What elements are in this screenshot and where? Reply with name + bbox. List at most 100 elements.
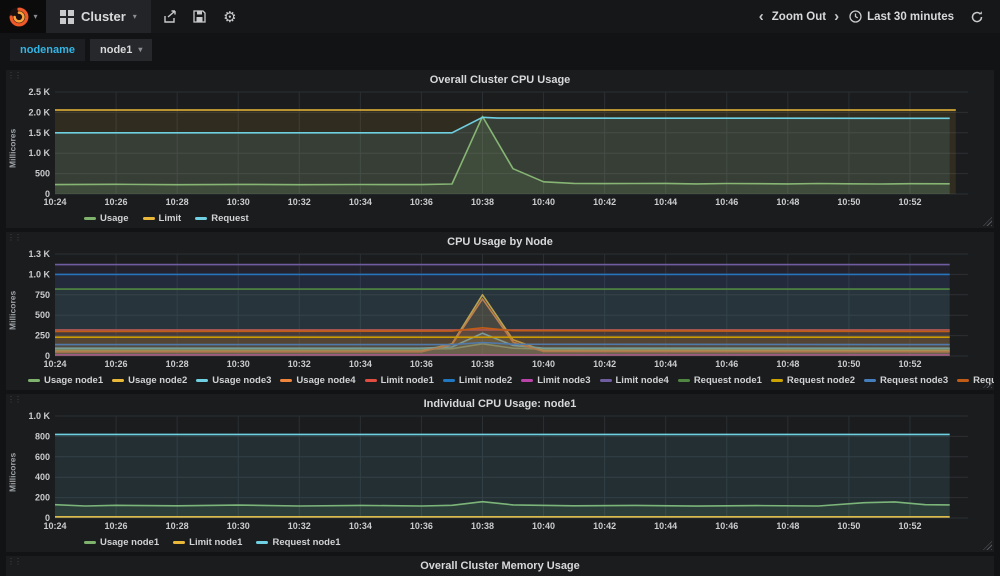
svg-text:10:34: 10:34 <box>349 197 372 207</box>
legend-label: Request node1 <box>694 375 762 386</box>
legend-item[interactable]: Limit node1 <box>365 375 434 386</box>
svg-text:10:36: 10:36 <box>410 359 433 369</box>
svg-text:2.5 K: 2.5 K <box>28 87 50 97</box>
svg-text:10:28: 10:28 <box>166 521 189 531</box>
svg-text:10:44: 10:44 <box>654 359 677 369</box>
svg-text:1.0 K: 1.0 K <box>28 411 50 421</box>
dashboard-picker[interactable]: Cluster ▾ <box>46 0 151 33</box>
svg-text:10:48: 10:48 <box>776 359 799 369</box>
svg-text:10:32: 10:32 <box>288 521 311 531</box>
chart-canvas[interactable]: 05001.0 K1.5 K2.0 K2.5 K10:2410:2610:281… <box>19 87 994 209</box>
svg-text:10:42: 10:42 <box>593 521 616 531</box>
svg-text:10:26: 10:26 <box>105 197 128 207</box>
svg-text:10:50: 10:50 <box>837 521 860 531</box>
panel-drag-grip[interactable]: ⋮⋮ <box>7 560 15 564</box>
chart-legend: Usage node1 Usage node2 Usage node3 Usage n… <box>6 371 994 390</box>
panel-title[interactable]: CPU Usage by Node <box>6 232 994 249</box>
svg-text:10:34: 10:34 <box>349 521 372 531</box>
legend-swatch-icon <box>84 541 96 544</box>
svg-text:400: 400 <box>35 472 50 482</box>
svg-text:1.0 K: 1.0 K <box>28 148 50 158</box>
variable-value-dropdown[interactable]: node1 ▾ <box>90 39 152 61</box>
grafana-logo-icon <box>8 6 30 28</box>
time-shift-back-button[interactable]: ‹ <box>759 9 764 24</box>
panel-title[interactable]: Overall Cluster CPU Usage <box>6 70 994 87</box>
panel-drag-grip[interactable]: ⋮⋮ <box>7 236 15 240</box>
svg-text:10:28: 10:28 <box>166 197 189 207</box>
legend-label: Usage node1 <box>100 537 159 548</box>
legend-item[interactable]: Request node1 <box>256 537 340 548</box>
svg-text:10:42: 10:42 <box>593 359 616 369</box>
svg-text:10:32: 10:32 <box>288 197 311 207</box>
svg-text:250: 250 <box>35 331 50 341</box>
time-range-label: Last 30 minutes <box>867 11 954 23</box>
legend-swatch-icon <box>365 379 377 382</box>
legend-item[interactable]: Limit <box>143 213 182 224</box>
svg-text:10:46: 10:46 <box>715 197 738 207</box>
legend-item[interactable]: Usage node3 <box>196 375 271 386</box>
panel-drag-grip[interactable]: ⋮⋮ <box>7 398 15 402</box>
svg-text:10:52: 10:52 <box>898 359 921 369</box>
legend-swatch-icon <box>957 379 969 382</box>
legend-swatch-icon <box>112 379 124 382</box>
zoom-out-button[interactable]: Zoom Out <box>772 11 826 23</box>
legend-label: Request node2 <box>787 375 855 386</box>
share-button[interactable] <box>157 4 183 30</box>
panel-drag-grip[interactable]: ⋮⋮ <box>7 74 15 78</box>
grafana-logo-menu[interactable]: ▾ <box>0 0 46 33</box>
legend-item[interactable]: Limit node2 <box>443 375 512 386</box>
panel-title[interactable]: Overall Cluster Memory Usage <box>6 556 994 573</box>
svg-text:10:32: 10:32 <box>288 359 311 369</box>
y-axis-label: Millicores <box>6 87 19 209</box>
svg-text:10:48: 10:48 <box>776 521 799 531</box>
time-shift-forward-button[interactable]: › <box>834 9 839 24</box>
legend-item[interactable]: Limit node3 <box>521 375 590 386</box>
chart-canvas[interactable]: 02004006008001.0 K10:2410:2610:2810:3010… <box>19 411 994 533</box>
svg-text:10:24: 10:24 <box>43 359 66 369</box>
refresh-button[interactable] <box>964 4 990 30</box>
legend-item[interactable]: Request node3 <box>864 375 948 386</box>
settings-button[interactable]: ⚙ <box>217 4 243 30</box>
legend-item[interactable]: Limit node1 <box>173 537 242 548</box>
svg-text:10:40: 10:40 <box>532 197 555 207</box>
legend-swatch-icon <box>143 217 155 220</box>
panel-overall-cluster-memory-usage: ⋮⋮ Overall Cluster Memory Usage 43 GiB <box>6 556 994 576</box>
legend-item[interactable]: Usage node1 <box>28 375 103 386</box>
svg-text:600: 600 <box>35 452 50 462</box>
legend-label: Request <box>211 213 248 224</box>
legend-swatch-icon <box>173 541 185 544</box>
svg-text:10:24: 10:24 <box>43 521 66 531</box>
svg-text:1.0 K: 1.0 K <box>28 269 50 279</box>
legend-label: Limit node4 <box>616 375 669 386</box>
legend-swatch-icon <box>280 379 292 382</box>
panel-title[interactable]: Individual CPU Usage: node1 <box>6 394 994 411</box>
panel-cpu-usage-by-node: ⋮⋮ CPU Usage by Node Millicores 02505007… <box>6 232 994 390</box>
svg-text:10:36: 10:36 <box>410 197 433 207</box>
legend-item[interactable]: Limit node4 <box>600 375 669 386</box>
variable-caret-icon: ▾ <box>138 46 142 54</box>
variable-value-text: node1 <box>100 44 132 56</box>
legend-item[interactable]: Request node1 <box>678 375 762 386</box>
legend-item[interactable]: Request node2 <box>771 375 855 386</box>
legend-item[interactable]: Usage node2 <box>112 375 187 386</box>
chart-canvas[interactable]: 02505007501.0 K1.3 K10:2410:2610:2810:30… <box>19 249 994 371</box>
svg-text:750: 750 <box>35 290 50 300</box>
svg-text:10:44: 10:44 <box>654 521 677 531</box>
legend-label: Request node1 <box>272 537 340 548</box>
legend-item[interactable]: Usage node1 <box>84 537 159 548</box>
svg-text:10:40: 10:40 <box>532 521 555 531</box>
legend-item[interactable]: Request <box>195 213 248 224</box>
svg-text:2.0 K: 2.0 K <box>28 107 50 117</box>
legend-item[interactable]: Usage node4 <box>280 375 355 386</box>
y-axis-label: Millicores <box>6 411 19 533</box>
legend-label: Usage node3 <box>212 375 271 386</box>
legend-item[interactable]: Usage <box>84 213 129 224</box>
legend-swatch-icon <box>256 541 268 544</box>
time-range-picker[interactable]: Last 30 minutes <box>849 10 954 23</box>
legend-label: Usage <box>100 213 129 224</box>
svg-text:10:28: 10:28 <box>166 359 189 369</box>
save-button[interactable] <box>187 4 213 30</box>
legend-label: Limit node1 <box>381 375 434 386</box>
legend-swatch-icon <box>678 379 690 382</box>
svg-text:10:38: 10:38 <box>471 197 494 207</box>
